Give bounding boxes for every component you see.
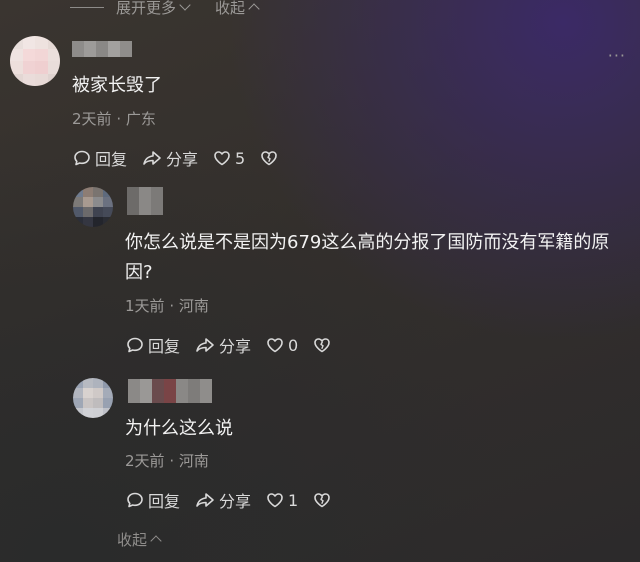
comment-location: 河南 <box>178 452 209 470</box>
reply-icon <box>74 150 90 166</box>
comment-location: 河南 <box>178 297 209 315</box>
reply-button[interactable]: 回复 <box>125 488 180 512</box>
comment-actions: 回复 分享 1 <box>125 488 349 512</box>
comment-location: 广东 <box>125 110 156 128</box>
reply-label: 回复 <box>148 492 181 511</box>
divider <box>70 6 104 8</box>
heart-icon <box>267 493 283 508</box>
like-count: 0 <box>288 335 299 355</box>
share-button[interactable]: 分享 <box>141 146 198 170</box>
share-button[interactable]: 分享 <box>194 333 251 357</box>
share-label: 分享 <box>219 492 252 511</box>
share-icon <box>143 151 161 165</box>
reply-icon <box>127 492 143 508</box>
dislike-button[interactable] <box>312 335 335 355</box>
expand-more-label: 展开更多 <box>116 0 177 17</box>
collapse-label: 收起 <box>215 0 246 17</box>
heart-icon <box>267 338 283 353</box>
collapse-label: 收起 <box>117 531 148 549</box>
share-button[interactable]: 分享 <box>194 488 251 512</box>
share-icon <box>196 493 214 507</box>
reply-label: 回复 <box>95 150 128 169</box>
broken-heart-icon <box>261 151 278 166</box>
avatar[interactable] <box>10 36 60 86</box>
reply-icon <box>127 337 143 353</box>
collapse-replies-button[interactable]: 收起 <box>117 529 162 550</box>
dislike-button[interactable] <box>259 148 282 168</box>
comment-meta: 1天前 · 河南 <box>125 297 209 315</box>
expand-more-button[interactable]: 展开更多 <box>116 0 191 18</box>
broken-heart-icon <box>314 338 331 353</box>
comment-actions: 回复 分享 5 <box>72 146 296 170</box>
broken-heart-icon <box>314 493 331 508</box>
comment-time: 2天前 <box>125 452 165 470</box>
like-count: 5 <box>235 148 246 168</box>
comment-actions: 回复 分享 0 <box>125 333 349 357</box>
username-blurred[interactable] <box>128 379 212 403</box>
chevron-down-icon <box>179 0 191 11</box>
like-button[interactable]: 0 <box>265 335 298 355</box>
comment-meta: 2天前 · 广东 <box>72 110 156 128</box>
collapse-button[interactable]: 收起 <box>215 0 260 18</box>
like-button[interactable]: 5 <box>212 148 245 168</box>
reply-button[interactable]: 回复 <box>72 146 127 170</box>
comment-time: 1天前 <box>125 297 165 315</box>
share-label: 分享 <box>166 150 199 169</box>
chevron-up-icon <box>248 2 260 15</box>
comment-text: 为什么这么说 <box>125 418 233 439</box>
share-icon <box>196 338 214 352</box>
dislike-button[interactable] <box>312 490 335 510</box>
comment-text: 你怎么说是不是因为679这么高的分报了国防而没有军籍的原因? <box>125 232 610 283</box>
like-button[interactable]: 1 <box>265 490 298 510</box>
more-icon[interactable]: ··· <box>608 46 626 65</box>
comment-time: 2天前 <box>72 110 112 128</box>
avatar[interactable] <box>73 187 113 227</box>
reply-label: 回复 <box>148 337 181 356</box>
like-count: 1 <box>288 490 299 510</box>
username-blurred[interactable] <box>127 187 163 215</box>
share-label: 分享 <box>219 337 252 356</box>
comment-text: 被家长毁了 <box>72 75 162 96</box>
username-blurred[interactable] <box>72 41 132 57</box>
reply-button[interactable]: 回复 <box>125 333 180 357</box>
comment-meta: 2天前 · 河南 <box>125 452 209 470</box>
heart-icon <box>214 151 230 166</box>
chevron-up-icon <box>150 535 162 547</box>
avatar[interactable] <box>73 378 113 418</box>
thread-controls: 展开更多 收起 <box>70 0 260 18</box>
